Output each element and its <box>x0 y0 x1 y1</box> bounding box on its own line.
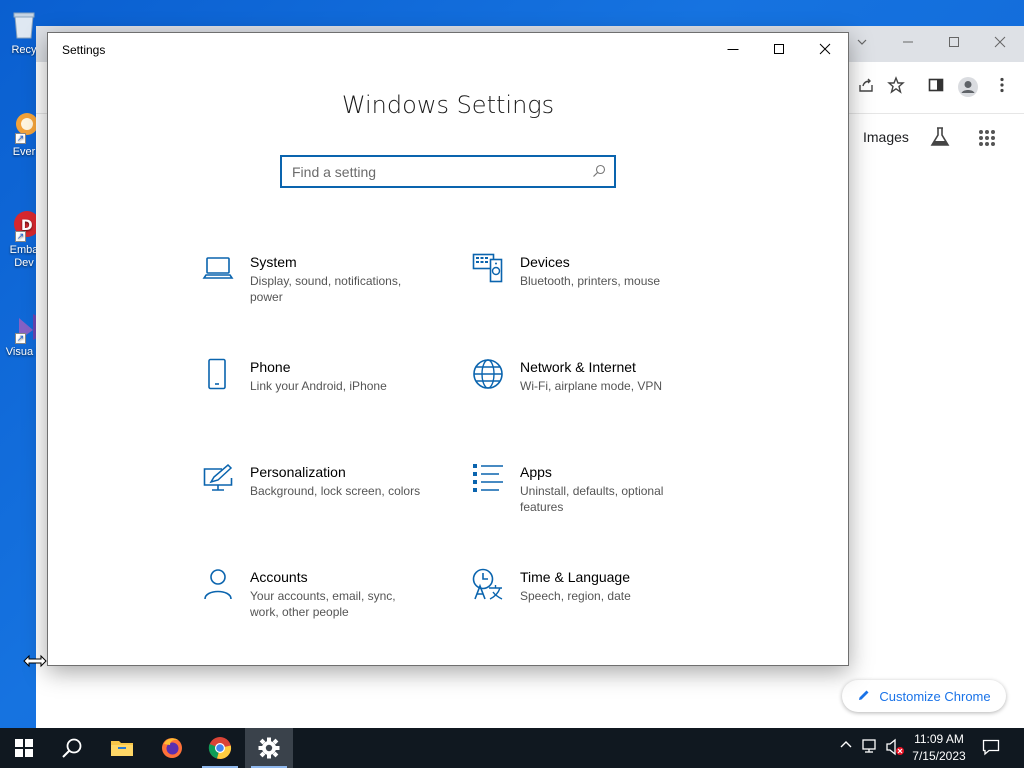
apps-list-icon <box>472 463 520 543</box>
clock[interactable]: 11:09 AM 7/15/2023 <box>906 731 972 765</box>
globe-icon <box>472 358 520 438</box>
search-icon[interactable] <box>592 164 606 183</box>
chrome-taskbar-button[interactable] <box>196 728 244 768</box>
show-hidden-icons-chevron[interactable] <box>840 738 852 756</box>
start-button[interactable] <box>0 728 48 768</box>
tile-title: Personalization <box>250 464 346 480</box>
chrome-minimize-icon[interactable] <box>896 32 920 56</box>
tile-devices[interactable]: Devices Bluetooth, printers, mouse <box>472 253 722 333</box>
shortcut-arrow-icon: ↗ <box>15 333 26 344</box>
shortcut-arrow-icon: ↗ <box>15 133 26 144</box>
customize-chrome-label: Customize Chrome <box>879 688 991 704</box>
tile-accounts[interactable]: Accounts Your accounts, email, sync, wor… <box>202 568 452 648</box>
pencil-icon <box>857 688 871 705</box>
tile-phone[interactable]: Phone Link your Android, iPhone <box>202 358 452 438</box>
chrome-maximize-icon[interactable] <box>942 32 966 56</box>
tile-system[interactable]: System Display, sound, notifications, po… <box>202 253 452 333</box>
start-icon <box>15 739 33 757</box>
bookmark-star-icon[interactable] <box>884 76 908 100</box>
desktop-icon-label: Recy <box>11 44 37 56</box>
tile-title: Devices <box>520 254 570 270</box>
tile-network-internet[interactable]: Network & Internet Wi-Fi, airplane mode,… <box>472 358 722 438</box>
person-icon <box>202 568 250 648</box>
tile-personalization[interactable]: Personalization Background, lock screen,… <box>202 463 452 543</box>
tile-title: Apps <box>520 464 552 480</box>
chrome-icon <box>208 737 232 759</box>
tile-description: Link your Android, iPhone <box>250 379 387 393</box>
tile-time-language[interactable]: Time & Language Speech, region, date <box>472 568 722 648</box>
file-explorer-button[interactable] <box>98 728 146 768</box>
firefox-button[interactable] <box>148 728 196 768</box>
chrome-close-icon[interactable] <box>988 32 1012 56</box>
personalization-icon <box>202 463 250 543</box>
tile-description: Bluetooth, printers, mouse <box>520 274 661 288</box>
taskbar: 11:09 AM 7/15/2023 <box>0 728 1024 768</box>
maximize-icon <box>774 44 784 54</box>
maximize-button[interactable] <box>756 33 802 65</box>
window-title: Settings <box>62 43 106 57</box>
taskbar-search-button[interactable] <box>48 728 96 768</box>
resize-cursor-icon <box>23 654 47 673</box>
profile-avatar-icon[interactable] <box>956 76 980 100</box>
tile-description: Display, sound, notifications, power <box>250 274 402 304</box>
tile-title: Phone <box>250 359 291 375</box>
minimize-icon <box>727 49 739 50</box>
tile-title: Accounts <box>250 569 308 585</box>
tile-description: Your accounts, email, sync, work, other … <box>250 589 396 619</box>
tile-description: Speech, region, date <box>520 589 631 603</box>
side-panel-icon[interactable] <box>924 76 948 100</box>
firefox-icon <box>162 738 182 758</box>
clock-time: 11:09 AM <box>914 732 964 746</box>
laptop-icon <box>202 253 250 333</box>
clock-date: 7/15/2023 <box>912 749 966 763</box>
customize-chrome-button[interactable]: Customize Chrome <box>842 680 1006 712</box>
devices-icon <box>472 253 520 333</box>
search-input[interactable] <box>282 157 614 186</box>
volume-muted-icon[interactable] <box>885 738 905 761</box>
chrome-menu-icon[interactable] <box>990 76 1014 100</box>
google-apps-icon[interactable] <box>978 129 996 152</box>
share-icon[interactable] <box>854 76 878 100</box>
notifications-icon[interactable] <box>982 738 1000 761</box>
settings-gear-icon <box>258 737 280 759</box>
tile-title: Network & Internet <box>520 359 636 375</box>
close-button[interactable] <box>802 33 848 65</box>
tile-apps[interactable]: Apps Uninstall, defaults, optional featu… <box>472 463 722 543</box>
settings-window[interactable]: Settings Windows Settings System Display… <box>47 32 849 666</box>
title-bar[interactable]: Settings <box>48 33 848 65</box>
close-icon <box>819 43 831 55</box>
network-icon[interactable] <box>862 738 880 759</box>
settings-search-box[interactable] <box>280 155 616 188</box>
shortcut-arrow-icon: ↗ <box>15 231 26 242</box>
tile-description: Wi-Fi, airplane mode, VPN <box>520 379 663 393</box>
tab-search-chevron-icon[interactable] <box>850 32 874 56</box>
search-labs-icon[interactable] <box>929 126 951 153</box>
tile-description: Background, lock screen, colors <box>250 484 421 498</box>
tile-title: Time & Language <box>520 569 630 585</box>
tile-description: Uninstall, defaults, optional features <box>520 484 664 514</box>
search-icon <box>62 738 82 758</box>
file-explorer-icon <box>111 741 133 756</box>
desktop-icon-label: Ever <box>12 146 36 158</box>
page-title: Windows Settings <box>341 91 555 119</box>
settings-taskbar-button[interactable] <box>245 728 293 768</box>
google-images-link[interactable]: Images <box>863 129 909 145</box>
time-language-icon <box>472 568 520 648</box>
phone-icon <box>202 358 250 438</box>
tile-title: System <box>250 254 297 270</box>
minimize-button[interactable] <box>710 33 756 65</box>
